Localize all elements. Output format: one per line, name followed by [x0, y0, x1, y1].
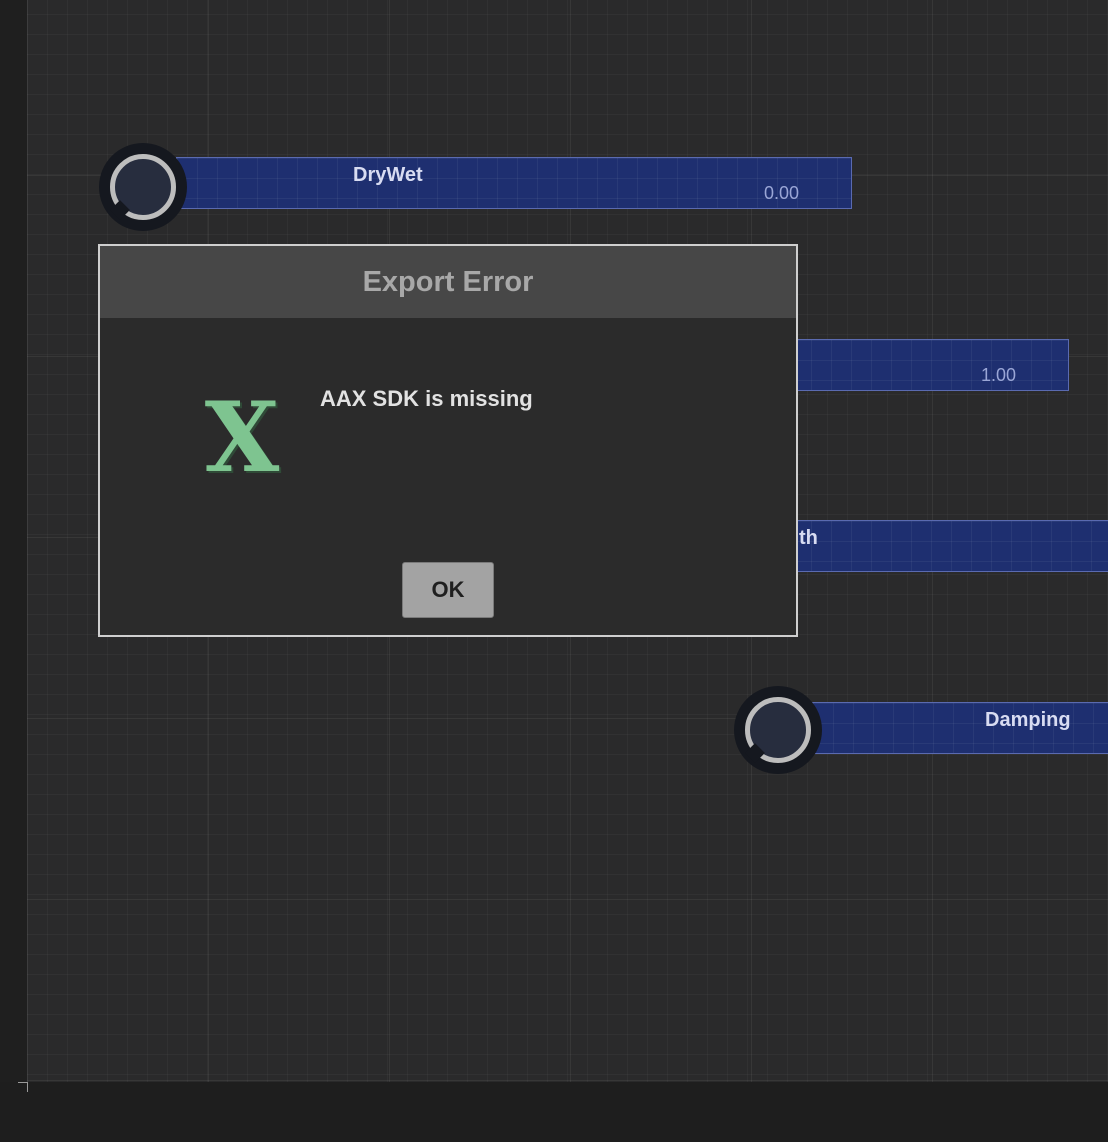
- third-label: th: [799, 527, 818, 549]
- ok-button[interactable]: OK: [402, 562, 494, 618]
- error-message: AAX SDK is missing: [320, 386, 533, 411]
- error-x-icon: X: [204, 381, 280, 494]
- dialog-title-bar: Export Error: [100, 246, 796, 318]
- dialog-title: Export Error: [362, 265, 534, 298]
- damping-slider[interactable]: Damping: [812, 702, 1108, 754]
- second-value: 1.00: [980, 365, 1016, 385]
- damping-label: Damping: [985, 709, 1071, 731]
- canvas-corner-marker: [18, 1082, 28, 1092]
- drywet-knob[interactable]: [99, 143, 187, 231]
- left-sidebar-strip: [0, 0, 27, 1082]
- damping-knob[interactable]: [734, 686, 822, 774]
- drywet-slider[interactable]: DryWet 0.00: [176, 157, 852, 209]
- third-slider[interactable]: th: [790, 520, 1108, 572]
- second-slider[interactable]: 1.00: [790, 339, 1069, 391]
- drywet-label: DryWet: [353, 164, 423, 186]
- export-error-dialog: Export Error X AAX SDK is missing OK: [98, 244, 798, 637]
- drywet-value: 0.00: [763, 183, 799, 203]
- bottom-bar: [0, 1082, 1108, 1142]
